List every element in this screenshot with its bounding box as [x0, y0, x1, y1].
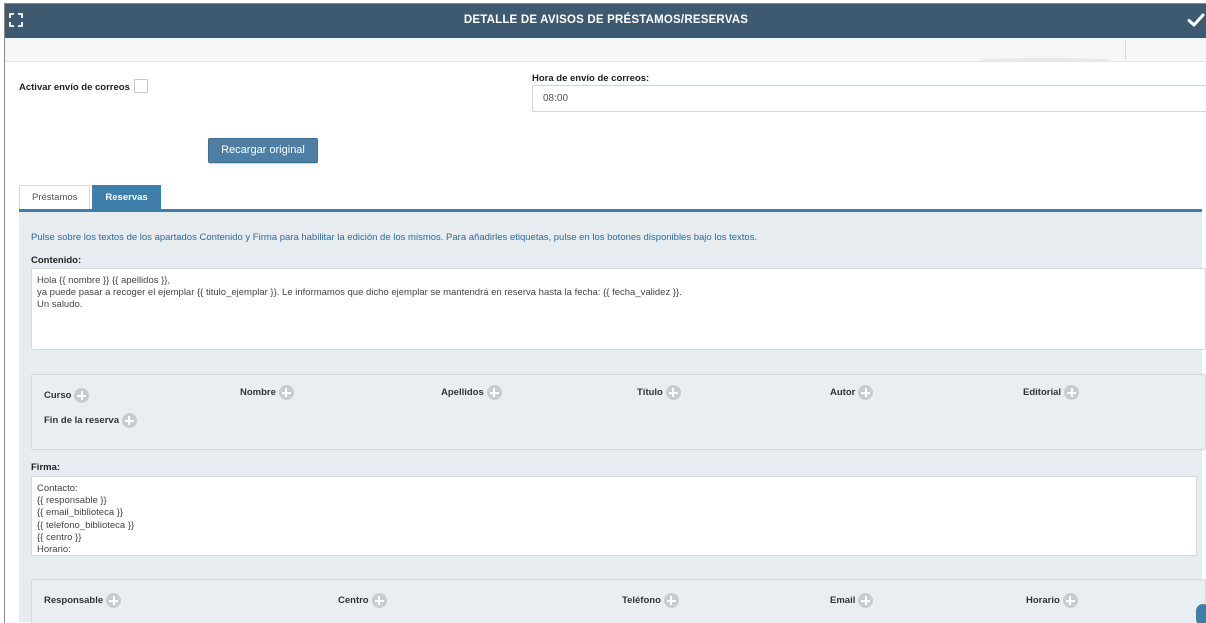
tag-label: Fin de la reserva — [44, 415, 119, 426]
hora-envio-input[interactable]: 08:00 — [532, 85, 1206, 112]
tag-label: Autor — [830, 387, 856, 398]
tag-label: Teléfono — [622, 595, 661, 606]
tag-label: Apellidos — [441, 387, 484, 398]
contenido-line: Un saludo. — [37, 299, 83, 310]
tag-label: Horario — [1026, 595, 1060, 606]
tag-responsable[interactable]: Responsable — [44, 593, 122, 608]
tag-email[interactable]: Email — [830, 593, 874, 608]
plus-circle-icon[interactable] — [663, 593, 679, 608]
tag-curso[interactable]: Curso — [44, 388, 90, 403]
activar-envio-row: Activar envío de correos — [19, 78, 148, 93]
toolbar-shadow — [980, 58, 1110, 62]
toolbar-divider — [1125, 40, 1126, 60]
firma-line: {{ email_biblioteca }} — [37, 507, 124, 519]
activar-envio-checkbox[interactable] — [133, 78, 148, 93]
plus-circle-icon[interactable] — [1064, 385, 1080, 400]
plus-circle-icon[interactable] — [106, 593, 122, 608]
plus-circle-icon[interactable] — [665, 385, 681, 400]
plus-circle-icon[interactable] — [371, 593, 387, 608]
tab-prestamos[interactable]: Préstamos — [19, 185, 91, 209]
firma-line: Horario: — [37, 544, 71, 556]
firma-label: Firma: — [31, 462, 61, 473]
plus-circle-icon[interactable] — [486, 385, 502, 400]
tag-telefono[interactable]: Teléfono — [622, 593, 679, 608]
contenido-line: ya puede pasar a recoger el ejemplar {{ … — [37, 287, 682, 298]
plus-circle-icon[interactable] — [858, 385, 874, 400]
plus-circle-icon[interactable] — [1062, 593, 1078, 608]
tab-reservas[interactable]: Reservas — [92, 185, 161, 209]
contenido-line: Hola {{ nombre }} {{ apellidos }}, — [37, 275, 171, 286]
tag-autor[interactable]: Autor — [830, 385, 874, 400]
plus-circle-icon[interactable] — [278, 385, 294, 400]
tag-centro[interactable]: Centro — [338, 593, 387, 608]
check-icon[interactable] — [1187, 11, 1205, 29]
dialog-title: DETALLE DE AVISOS DE PRÉSTAMOS/RESERVAS — [463, 14, 749, 26]
scroll-handle[interactable] — [1196, 604, 1206, 623]
tag-label: Email — [830, 595, 856, 606]
firma-editor[interactable]: Contacto: {{ responsable }} {{ email_bib… — [31, 476, 1197, 556]
firma-line: Contacto: — [37, 483, 78, 494]
activar-envio-label: Activar envío de correos — [19, 82, 130, 93]
firma-line: {{ telefono_biblioteca }} — [37, 519, 135, 531]
firma-line: {{ centro }} — [37, 531, 82, 543]
toolbar-strip — [5, 38, 1206, 62]
tag-nombre[interactable]: Nombre — [240, 385, 294, 400]
tag-label: Editorial — [1023, 387, 1062, 398]
tag-titulo[interactable]: Título — [637, 385, 681, 400]
recargar-original-button[interactable]: Recargar original — [208, 138, 318, 163]
plus-circle-icon[interactable] — [121, 413, 137, 428]
tag-fin-reserva[interactable]: Fin de la reserva — [44, 413, 137, 428]
contenido-label: Contenido: — [31, 255, 82, 266]
firma-line: {{ responsable }} — [37, 495, 107, 507]
tag-label: Nombre — [240, 387, 276, 398]
tag-horario[interactable]: Horario — [1026, 593, 1078, 608]
plus-circle-icon[interactable] — [858, 593, 874, 608]
firma-tags: Responsable Centro Teléfono Email Horari… — [31, 579, 1206, 623]
reservas-panel: Pulse sobre los textos de los apartados … — [19, 212, 1206, 623]
contenido-editor[interactable]: Hola {{ nombre }} {{ apellidos }}, ya pu… — [31, 268, 1206, 350]
tag-label: Título — [637, 387, 663, 398]
tab-bar: Préstamos Reservas — [19, 185, 163, 209]
tag-editorial[interactable]: Editorial — [1023, 385, 1080, 400]
tag-label: Centro — [338, 595, 369, 606]
tag-apellidos[interactable]: Apellidos — [441, 385, 502, 400]
tag-label: Curso — [44, 390, 72, 401]
contenido-tags: Curso Nombre Apellidos Título Autor Edit… — [31, 374, 1206, 450]
hora-envio-label: Hora de envío de correos: — [532, 73, 650, 84]
info-text: Pulse sobre los textos de los apartados … — [31, 232, 758, 243]
title-bar: DETALLE DE AVISOS DE PRÉSTAMOS/RESERVAS — [5, 4, 1206, 38]
plus-circle-icon[interactable] — [74, 388, 90, 403]
tag-label: Responsable — [44, 595, 104, 606]
